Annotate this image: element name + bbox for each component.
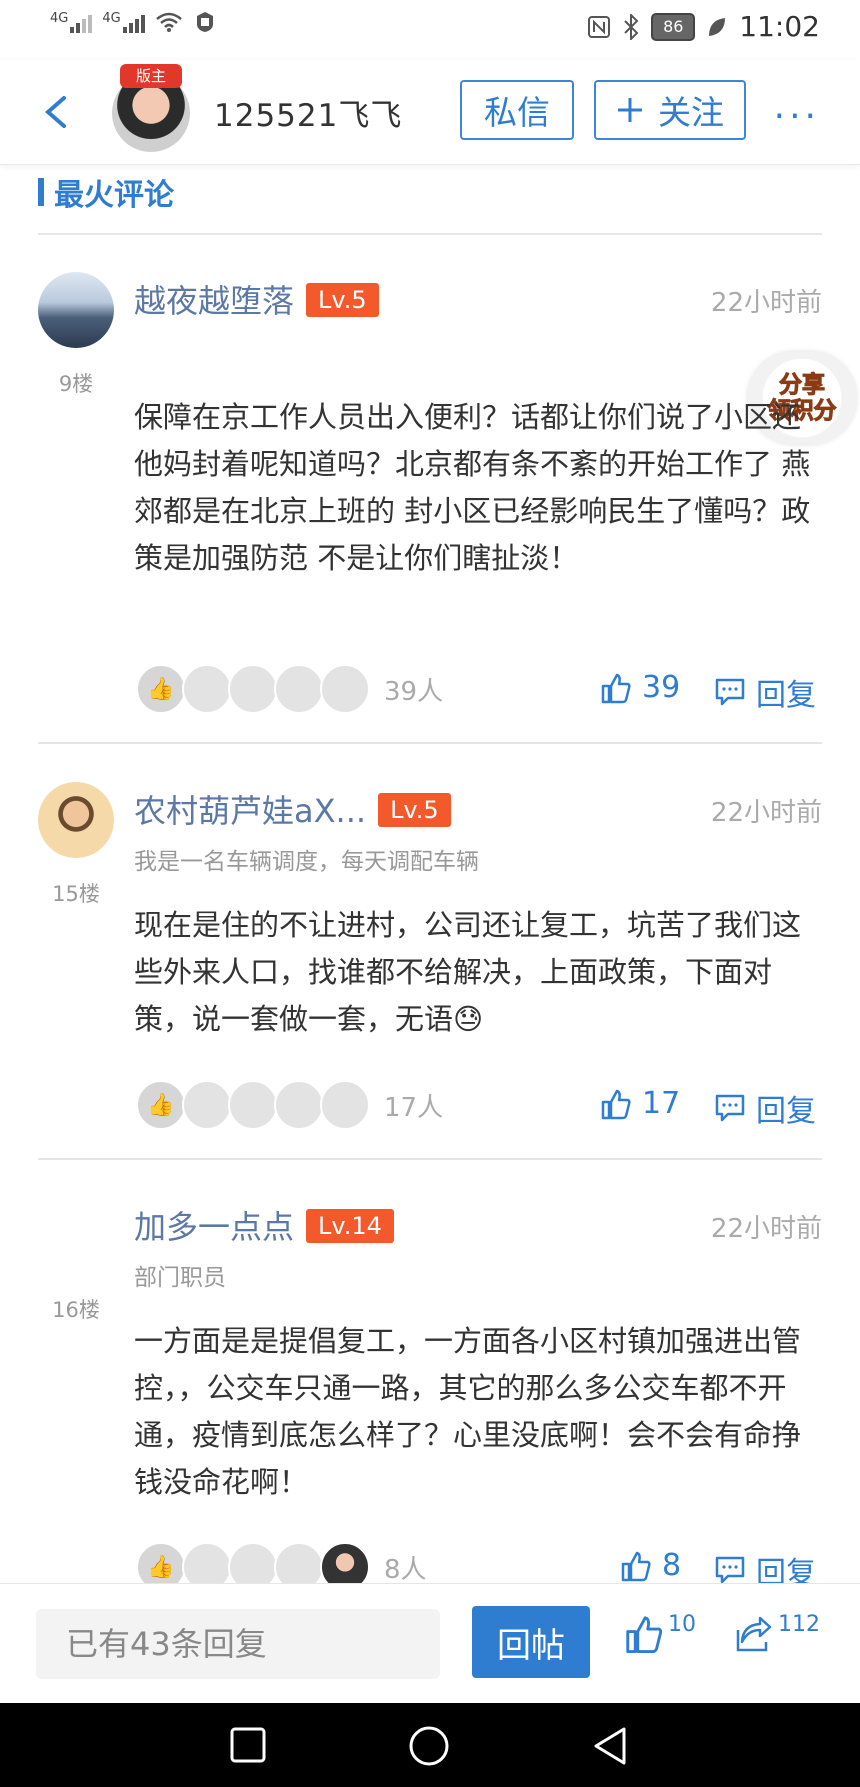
- thumbs-up-icon: 👍: [136, 1080, 186, 1130]
- liker-count: 17人: [384, 1092, 444, 1123]
- bluetooth-icon: [624, 13, 639, 40]
- liker-avatar: [182, 1080, 232, 1130]
- comment-icon: [715, 678, 745, 706]
- comment-body: 保障在京工作人员出入便利？话都让你们说了小区还他妈封着呢知道吗？北京都有条不紊的…: [134, 400, 811, 575]
- like-button[interactable]: 8: [620, 1548, 681, 1583]
- system-navigation-bar: [0, 1703, 860, 1787]
- follow-button[interactable]: 关注: [594, 80, 746, 140]
- user-avatar[interactable]: 版主: [112, 64, 190, 152]
- reply-label: 回复: [756, 1094, 816, 1129]
- comment-time: 22小时前: [710, 798, 822, 828]
- signal-icon: 4G: [102, 11, 145, 33]
- thumbs-up-icon: 👍: [136, 664, 186, 714]
- liker-avatar: [274, 664, 324, 714]
- comment-icon: [715, 1556, 745, 1584]
- like-count: 8: [662, 1548, 682, 1583]
- comment-body: 现在是住的不让进村，公司还让复工，坑苦了我们这些外来人口，找谁都不给解决，上面政…: [134, 908, 802, 1036]
- comment-icon: [715, 1094, 745, 1122]
- floor-number: 15楼: [52, 882, 100, 906]
- level-badge: Lv.5: [378, 793, 451, 827]
- thumbs-up-icon: [626, 1616, 663, 1653]
- reply-button[interactable]: 回复: [714, 670, 816, 714]
- status-bar: 4G 4G 86 11:02: [0, 0, 860, 60]
- floor-number: 16楼: [52, 1298, 100, 1322]
- reply-button[interactable]: 回复: [714, 1086, 816, 1130]
- liker-avatar: [320, 664, 370, 714]
- liker-avatar: [182, 664, 232, 714]
- reply-input[interactable]: 已有43条回复: [36, 1609, 440, 1679]
- app-header: 版主 125521飞飞 私信 关注 ···: [0, 60, 860, 165]
- share-icon: [736, 1616, 772, 1652]
- plus-icon: [618, 98, 642, 122]
- wifi-icon: [155, 12, 182, 32]
- share-count: 112: [778, 1612, 820, 1637]
- divider: [38, 1158, 822, 1160]
- liker-count: 8人: [384, 1554, 427, 1585]
- commenter-name-text: 加多一点点: [134, 1208, 295, 1246]
- commenter-name[interactable]: 越夜越堕落 Lv.5: [134, 276, 379, 322]
- liker-avatar: [228, 1080, 278, 1130]
- commenter-name[interactable]: 加多一点点 Lv.14: [134, 1202, 394, 1248]
- back-arrow-icon[interactable]: [36, 88, 76, 136]
- moderator-badge: 版主: [120, 64, 182, 88]
- like-button[interactable]: 39: [600, 670, 680, 705]
- level-badge: Lv.5: [306, 283, 379, 317]
- liker-count: 39人: [384, 676, 444, 707]
- hand-icon: [196, 12, 213, 32]
- likers-row[interactable]: 👍 17人: [136, 1080, 443, 1130]
- floor-number: 9楼: [58, 372, 94, 396]
- section-title: 最火评论: [38, 170, 174, 214]
- post-like-button[interactable]: 10: [624, 1614, 696, 1654]
- commenter-avatar[interactable]: [38, 782, 114, 858]
- commenter-signature: 我是一名车辆调度，每天调配车辆: [134, 849, 479, 875]
- nfc-icon: [588, 15, 611, 38]
- liker-avatar: [228, 664, 278, 714]
- title-bar: [38, 178, 44, 206]
- likers-row[interactable]: 👍 39人: [136, 664, 443, 714]
- more-menu-icon[interactable]: ···: [774, 96, 820, 137]
- divider: [38, 742, 822, 744]
- thumbs-up-icon: [621, 1551, 651, 1581]
- commenter-name-text: 农村葫芦娃aX...: [134, 792, 367, 830]
- share-button[interactable]: 112: [734, 1614, 820, 1654]
- network-label: 4G: [50, 11, 69, 26]
- message-button[interactable]: 私信: [460, 80, 574, 140]
- back-nav-icon[interactable]: [590, 1725, 630, 1767]
- divider: [38, 233, 822, 235]
- follow-label: 关注: [658, 93, 724, 132]
- liker-avatar: [274, 1080, 324, 1130]
- comment-body: 一方面是是提倡复工，一方面各小区村镇加强进出管控，，公交车只通一路，其它的那么多…: [134, 1324, 802, 1499]
- header-username[interactable]: 125521飞飞: [214, 90, 402, 135]
- commenter-name-text: 越夜越堕落: [134, 282, 295, 320]
- post-like-count: 10: [668, 1612, 696, 1637]
- comment-time: 22小时前: [710, 1214, 822, 1244]
- battery-icon: 86: [651, 12, 696, 41]
- signal-icon: 4G: [50, 11, 93, 33]
- clock: 11:02: [739, 10, 820, 43]
- level-badge: Lv.14: [306, 1209, 394, 1243]
- like-count: 17: [642, 1086, 681, 1121]
- bottom-action-bar: 已有43条回复 回帖 10 112: [0, 1583, 860, 1704]
- commenter-name[interactable]: 农村葫芦娃aX... Lv.5: [134, 786, 451, 832]
- reply-label: 回复: [756, 678, 816, 713]
- commenter-avatar[interactable]: [38, 272, 114, 348]
- comment-time: 22小时前: [710, 288, 822, 318]
- like-button[interactable]: 17: [600, 1086, 680, 1121]
- thumbs-up-icon: [601, 1089, 631, 1119]
- home-icon[interactable]: [408, 1725, 450, 1767]
- commenter-signature: 部门职员: [134, 1265, 226, 1291]
- leaf-icon: [709, 17, 726, 36]
- network-label: 4G: [102, 11, 121, 26]
- like-count: 39: [642, 670, 681, 705]
- section-title-text: 最火评论: [54, 178, 174, 213]
- liker-avatar: [320, 1080, 370, 1130]
- thumbs-up-icon: [601, 673, 631, 703]
- recent-apps-icon[interactable]: [228, 1725, 268, 1765]
- post-reply-button[interactable]: 回帖: [472, 1606, 590, 1678]
